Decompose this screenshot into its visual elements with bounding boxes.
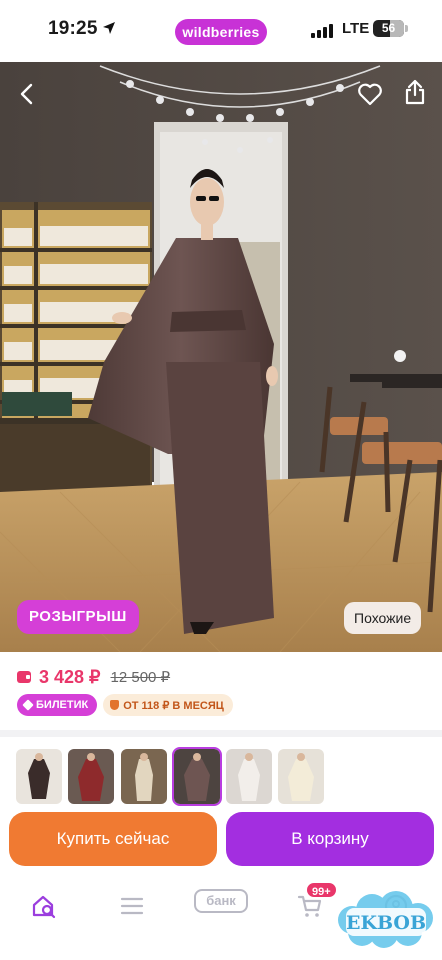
- ticket-tag[interactable]: БИЛЕТИК: [17, 694, 98, 716]
- buy-now-button[interactable]: Купить сейчас: [9, 812, 217, 866]
- network-type: LTE: [342, 20, 370, 37]
- thumbnail[interactable]: [16, 749, 62, 804]
- similar-button[interactable]: Похожие: [344, 602, 422, 634]
- favorite-button[interactable]: [352, 76, 388, 112]
- price-old: 12 500 ₽: [110, 669, 171, 686]
- home-search-icon: [32, 895, 56, 919]
- nav-catalog[interactable]: [112, 886, 152, 926]
- battery-nub: [405, 25, 408, 32]
- heart-icon: [358, 83, 382, 106]
- back-button[interactable]: [8, 76, 44, 112]
- battery-indicator: 56: [373, 20, 404, 37]
- price-current: 3 428 ₽: [39, 666, 101, 687]
- watermark: EKBOB: [338, 891, 433, 948]
- nav-bank[interactable]: банк: [194, 889, 248, 913]
- price-row: 3 428 ₽ 12 500 ₽: [17, 664, 170, 690]
- ticket-tag-label: БИЛЕТИК: [36, 699, 89, 711]
- price-tags: БИЛЕТИК ОТ 118 ₽ В МЕСЯЦ: [17, 694, 233, 716]
- share-button[interactable]: [397, 74, 433, 110]
- nav-home[interactable]: [24, 886, 64, 926]
- product-photo[interactable]: РОЗЫГРЫШ Похожие: [0, 62, 442, 652]
- thumbnail[interactable]: [226, 749, 272, 804]
- product-photo-scene: [0, 62, 442, 652]
- section-divider: [0, 730, 442, 737]
- status-bar: 19:25 wildberries LTE 56: [0, 0, 442, 62]
- share-icon: [405, 79, 425, 105]
- wallet-icon: [17, 671, 31, 683]
- chevron-left-icon: [20, 83, 33, 105]
- location-arrow-icon: [103, 22, 115, 34]
- shield-icon: [110, 700, 120, 710]
- thumbnail[interactable]: [278, 749, 324, 804]
- watermark-text: EKBOB: [346, 912, 426, 934]
- add-to-cart-button[interactable]: В корзину: [226, 812, 434, 866]
- installment-tag[interactable]: ОТ 118 ₽ В МЕСЯЦ: [103, 694, 233, 716]
- status-time: 19:25: [48, 18, 98, 39]
- thumbnail[interactable]: [121, 749, 167, 804]
- ticket-diamond-icon: [22, 699, 34, 711]
- signal-icon: [311, 22, 335, 38]
- battery-level: 56: [381, 21, 396, 35]
- thumbnail-selected[interactable]: [172, 747, 222, 806]
- menu-icon: [120, 897, 144, 915]
- giveaway-badge[interactable]: РОЗЫГРЫШ: [17, 600, 139, 634]
- thumbnail[interactable]: [68, 749, 114, 804]
- installment-tag-label: ОТ 118 ₽ В МЕСЯЦ: [123, 699, 224, 712]
- brand-logo[interactable]: wildberries: [175, 19, 267, 45]
